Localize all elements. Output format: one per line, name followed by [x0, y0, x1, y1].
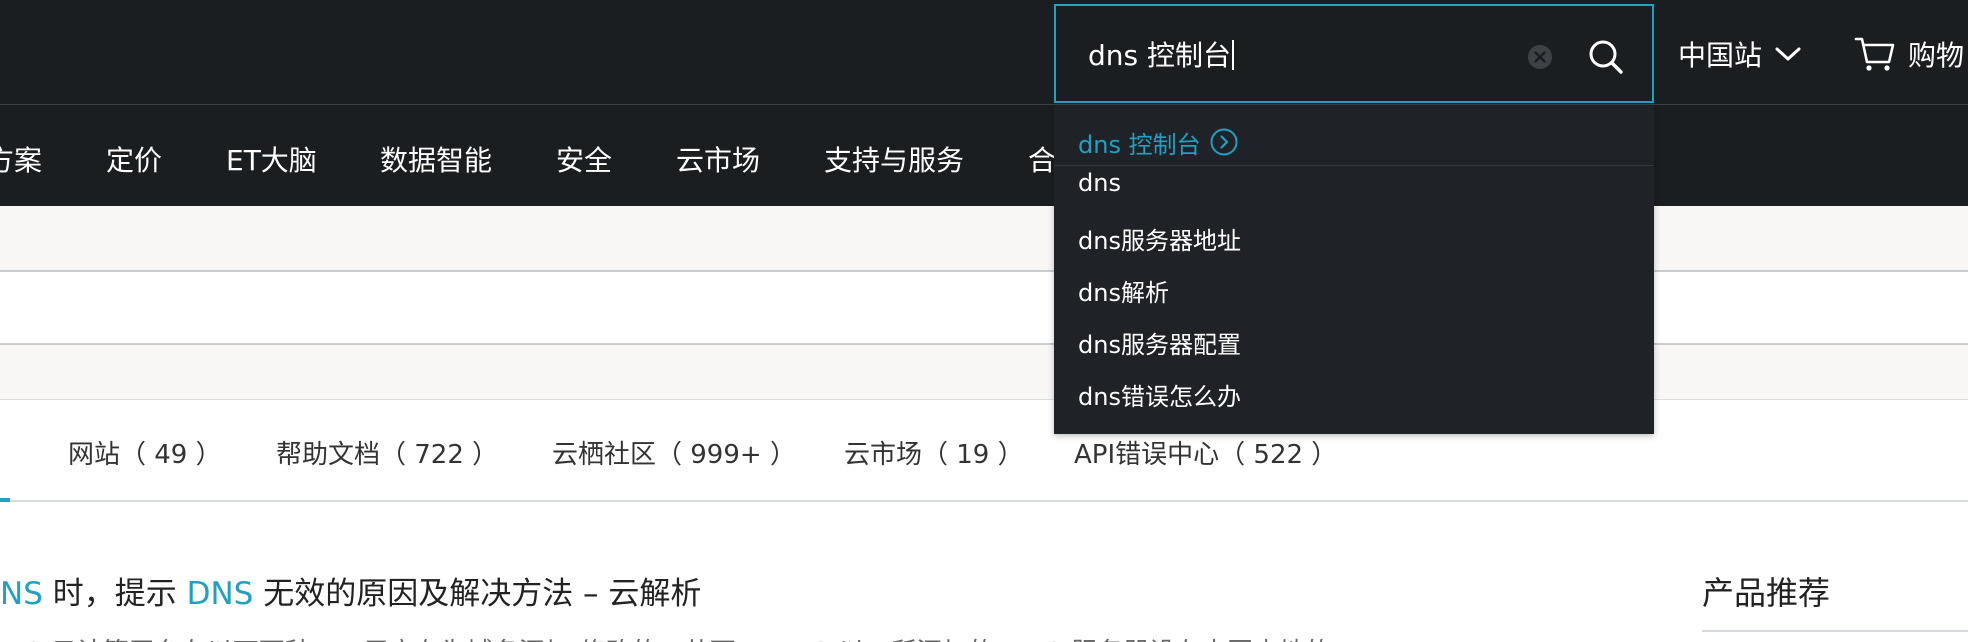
suggestion-item[interactable]: dns服务器配置	[1078, 325, 1241, 360]
tab-community[interactable]: 云栖社区（ 999+ ）	[552, 434, 796, 471]
suggestion-item[interactable]: dns服务器地址	[1078, 221, 1241, 256]
result-title-highlight: DNS	[186, 576, 254, 612]
nav-item-et-brain[interactable]: ET大脑	[226, 139, 317, 179]
nav-item-security[interactable]: 安全	[556, 139, 612, 179]
nav-item-support[interactable]: 支持与服务	[824, 139, 964, 179]
suggestion-console[interactable]: dns 控制台	[1078, 122, 1239, 162]
nav-item-marketplace[interactable]: 云市场	[676, 139, 760, 179]
result-title-text: 时，提示	[42, 576, 187, 612]
filter-band	[0, 345, 1968, 400]
result-tabs: 网站（ 49 ） 帮助文档（ 722 ） 云栖社区（ 999+ ） 云市场（ 1…	[0, 400, 1968, 502]
page-root: dns 控制台 中国站 购物 方案 定价 ET大脑 数据智能 安全 云市场 支持…	[0, 0, 1968, 642]
search-icon[interactable]	[1587, 38, 1625, 76]
search-suggestions: dns 控制台 dns dns服务器地址 dns解析 dns服务器配置 dns错…	[1054, 105, 1654, 434]
tab-api-errors[interactable]: API错误中心（ 522 ）	[1074, 434, 1337, 471]
active-tab-indicator	[0, 498, 10, 502]
chevron-down-icon	[1775, 47, 1801, 61]
search-input[interactable]: dns 控制台	[1054, 4, 1654, 103]
site-selector-label: 中国站	[1678, 39, 1763, 72]
tab-marketplace[interactable]: 云市场（ 19 ）	[844, 434, 1024, 471]
text-caret	[1232, 40, 1235, 70]
result-title-link[interactable]: NS 时，提示 DNS 无效的原因及解决方法 – 云解析	[0, 568, 701, 613]
nav-item-solutions[interactable]: 方案	[0, 139, 42, 179]
suggestion-item[interactable]: dns解析	[1078, 273, 1169, 308]
sidebar-title: 产品推荐	[1702, 574, 1831, 612]
top-bar: dns 控制台 中国站 购物	[0, 0, 1968, 105]
result-title-highlight: NS	[0, 576, 43, 612]
site-selector[interactable]: 中国站	[1678, 34, 1802, 74]
suggestion-item[interactable]: dns错误怎么办	[1078, 377, 1241, 412]
clear-icon[interactable]	[1527, 44, 1553, 70]
cart-label: 购物	[1908, 39, 1965, 72]
search-query[interactable]: dns 控制台	[1088, 34, 1235, 74]
sidebar-divider	[1702, 630, 1968, 632]
nav-item-partners[interactable]: 合	[1028, 139, 1056, 179]
arrow-right-circle-icon	[1210, 128, 1238, 156]
result-title-text: 无效的原因及解决方法 – 云解析	[253, 576, 702, 612]
suggestion-item[interactable]: dns	[1078, 169, 1121, 197]
result-snippet: …2 云计算平台在以下两种……用户在为域名添加/修改的，共两……。2.以…所添加…	[0, 632, 1331, 642]
nav-item-pricing[interactable]: 定价	[106, 139, 162, 179]
cart-icon	[1854, 37, 1895, 71]
suggestion-divider	[1054, 165, 1654, 166]
tab-help-docs[interactable]: 帮助文档（ 722 ）	[276, 434, 498, 471]
page-search-field[interactable]	[0, 270, 1968, 345]
main-nav: 方案 定价 ET大脑 数据智能 安全 云市场 支持与服务 合	[0, 105, 1968, 206]
nav-item-data-intelligence[interactable]: 数据智能	[380, 139, 492, 179]
cart-link[interactable]: 购物	[1854, 34, 1964, 74]
breadcrumb-band	[0, 206, 1968, 270]
tab-website[interactable]: 网站（ 49 ）	[68, 434, 222, 471]
suggestion-console-label: dns 控制台	[1078, 130, 1201, 159]
